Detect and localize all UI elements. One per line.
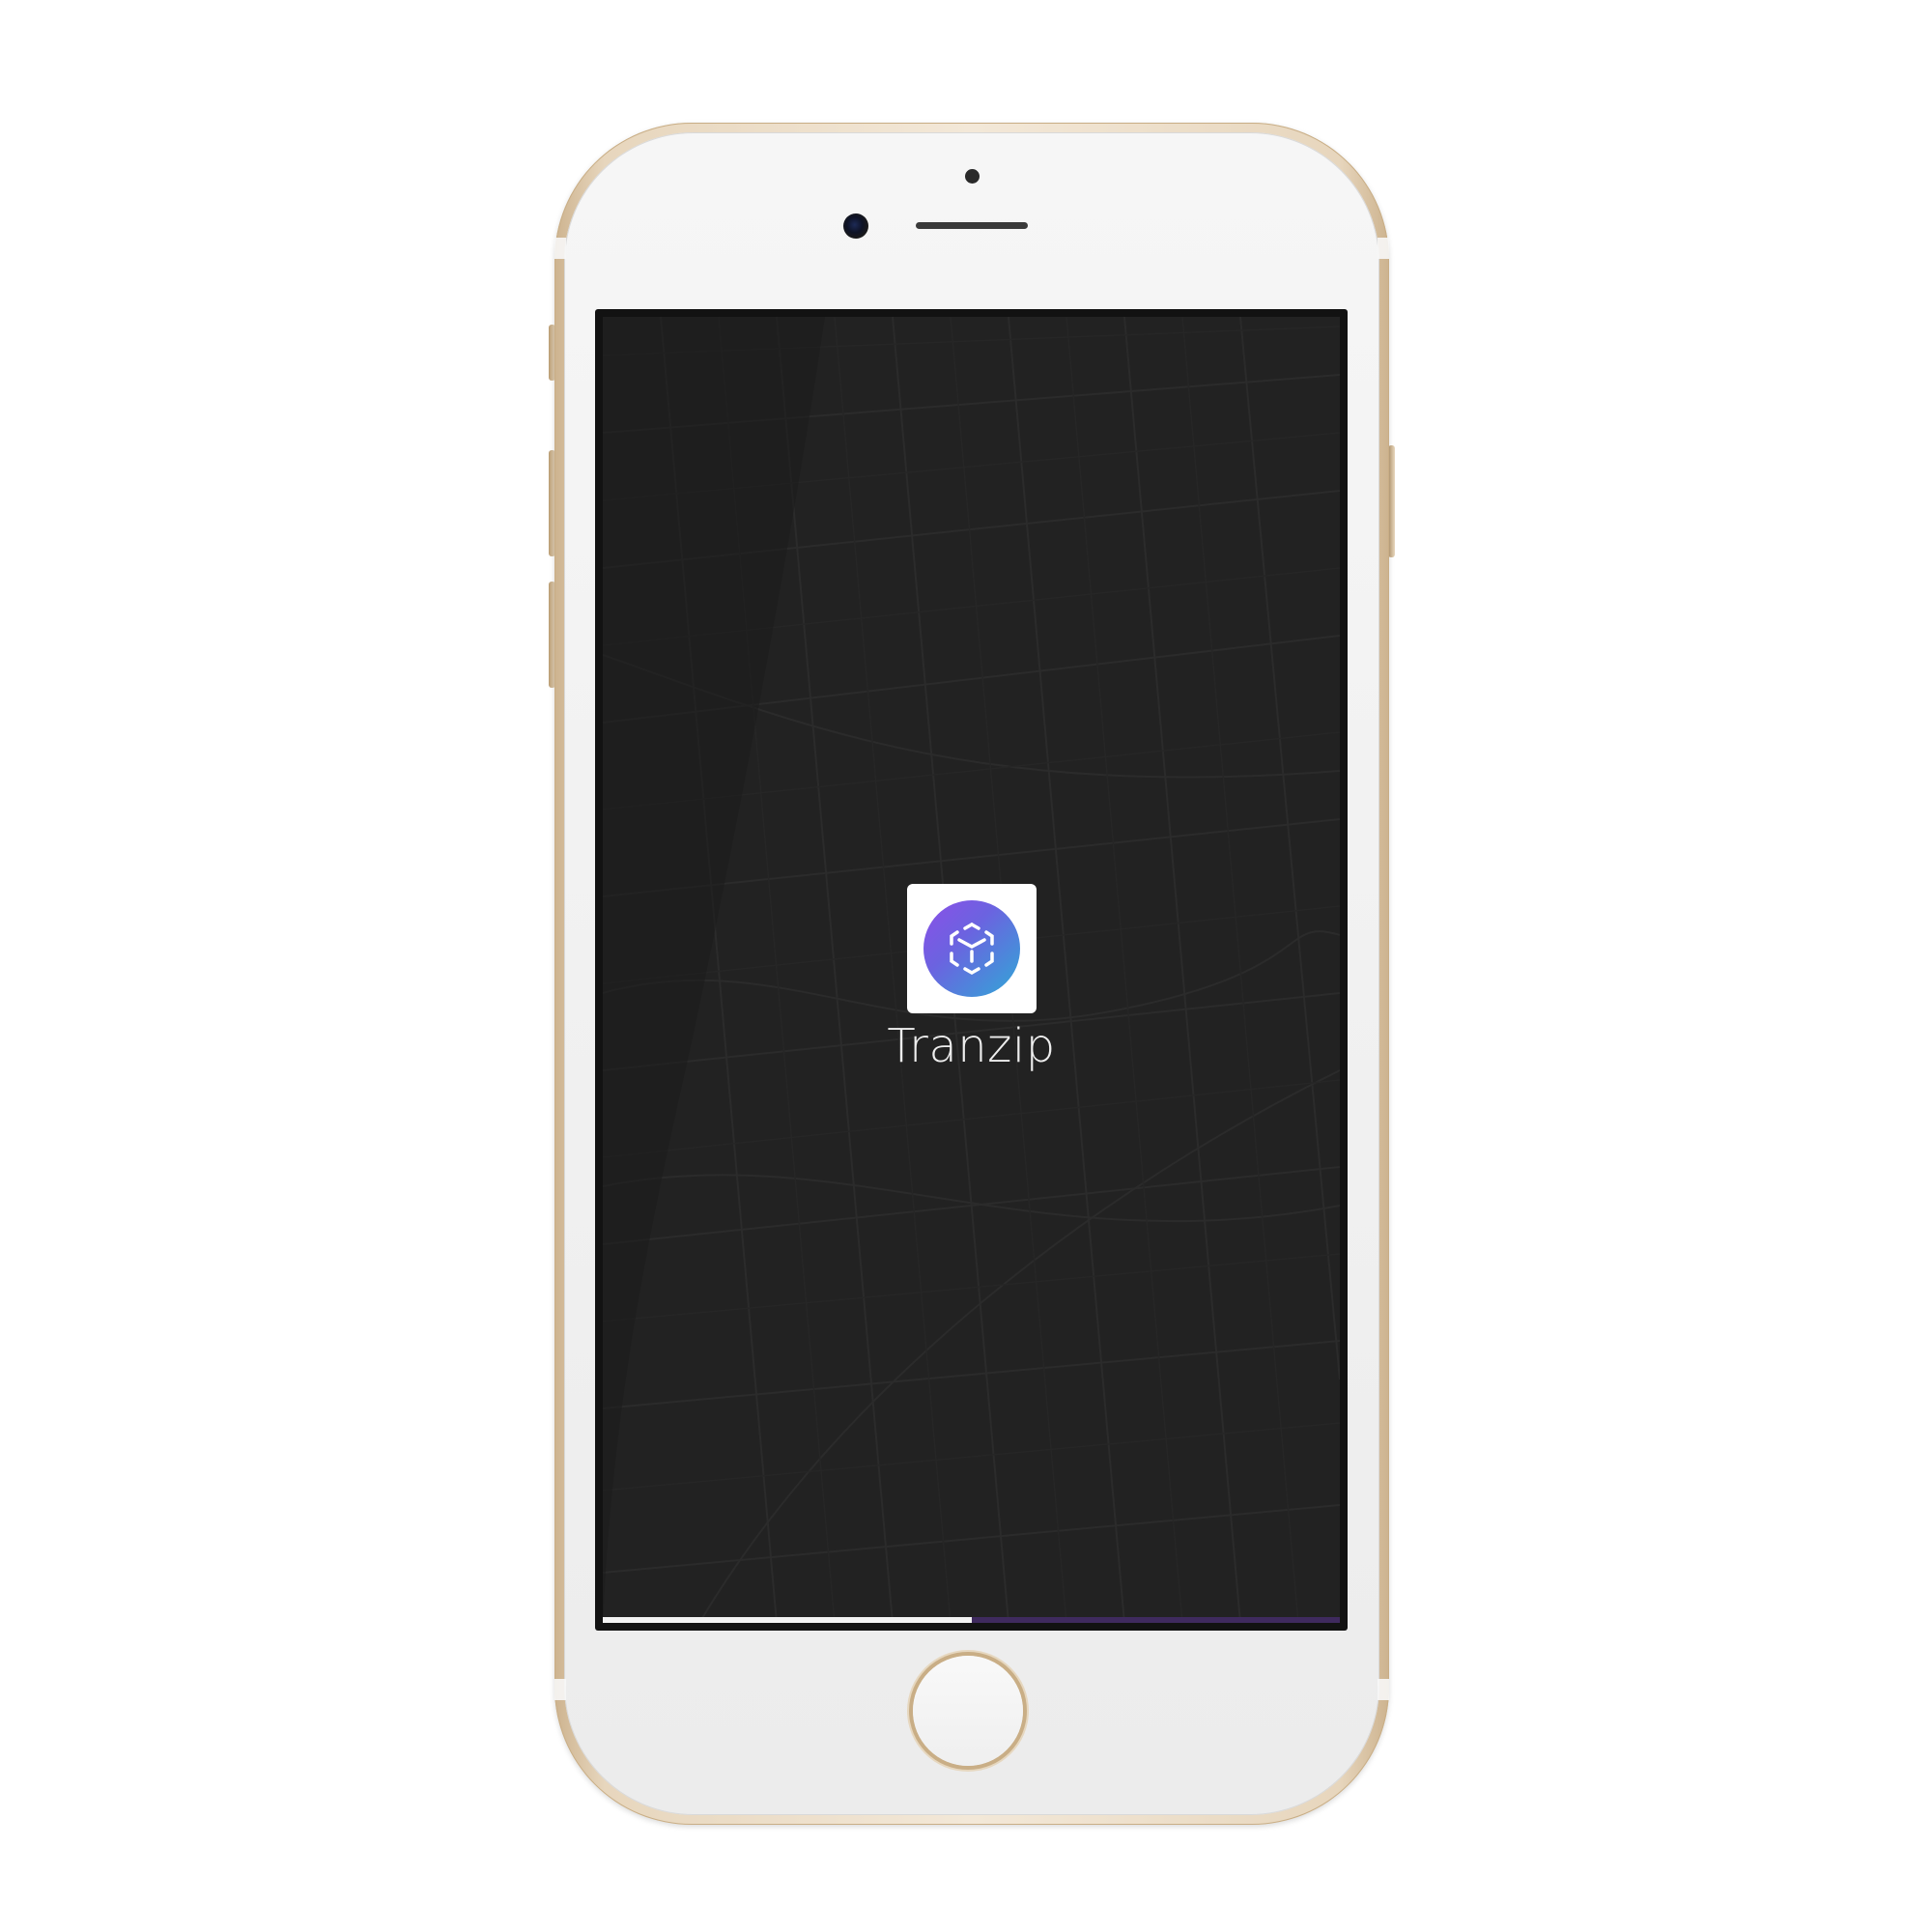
front-camera <box>843 213 868 239</box>
antenna-line <box>554 1679 566 1700</box>
loading-progress-fill <box>603 1617 972 1623</box>
app-name: Tranzip <box>887 1019 1056 1073</box>
phone-screen: Tranzip <box>595 309 1348 1631</box>
cube-logo-icon <box>949 923 994 976</box>
home-button[interactable] <box>913 1656 1023 1766</box>
app-logo-circle <box>923 900 1020 997</box>
antenna-line <box>1378 1679 1389 1700</box>
antenna-line <box>554 238 566 259</box>
splash-screen: Tranzip <box>603 317 1340 1623</box>
power-button <box>1388 445 1395 557</box>
loading-progress-bar <box>603 1617 1340 1623</box>
antenna-line <box>1378 238 1389 259</box>
proximity-sensor <box>965 169 980 184</box>
earpiece-speaker <box>916 222 1028 229</box>
mockup-stage: Tranzip <box>0 0 1932 1932</box>
splash-branding: Tranzip <box>603 884 1340 1073</box>
app-logo-tile <box>906 884 1037 1013</box>
